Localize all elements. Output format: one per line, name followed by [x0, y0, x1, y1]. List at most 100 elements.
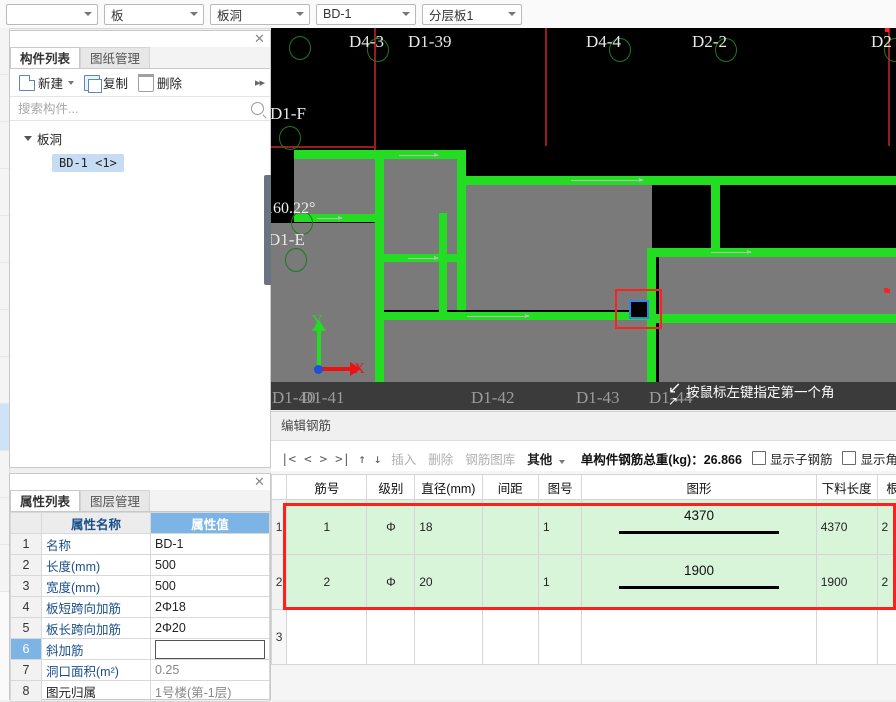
- show-angle-checkbox[interactable]: 显示角度: [842, 449, 896, 468]
- cad-viewport[interactable]: Y X D4-3 D1-39 D4-4 D2-2 D2 D1-F 160.22°…: [271, 28, 896, 410]
- rebar-cell-zhijing[interactable]: 18: [415, 500, 482, 555]
- move-up-button[interactable]: ↑: [354, 451, 370, 466]
- rebar-cell-jinhao[interactable]: 1: [287, 500, 367, 555]
- property-row[interactable]: 2长度(mm)500: [11, 555, 270, 576]
- tree-group-node[interactable]: 板洞: [10, 127, 270, 150]
- nav-last-button[interactable]: >|: [331, 451, 354, 466]
- component-list-panel: ✕ 构件列表 图纸管理 新建 复制 删除 ▸▸: [9, 30, 271, 468]
- property-row-value[interactable]: 2Φ18: [151, 597, 270, 618]
- rail-segment[interactable]: [0, 498, 9, 545]
- property-row-name: 洞口面积(m²): [42, 660, 151, 681]
- rail-segment[interactable]: [0, 263, 9, 310]
- rebar-cell-genshu[interactable]: 2: [877, 555, 896, 610]
- rail-segment[interactable]: [0, 169, 9, 216]
- search-icon[interactable]: [251, 102, 264, 115]
- other-menu-button[interactable]: 其他: [521, 449, 571, 468]
- combo-box-component[interactable]: BD-1: [316, 4, 416, 25]
- rail-segment[interactable]: [0, 451, 9, 498]
- rebar-cell-xialiao[interactable]: 1900: [816, 555, 877, 610]
- rebar-row-header[interactable]: 3: [272, 610, 287, 665]
- move-down-button[interactable]: ↓: [370, 451, 386, 466]
- property-row-value[interactable]: 500: [151, 576, 270, 597]
- rail-segment[interactable]: [0, 216, 9, 263]
- rebar-row[interactable]: 11Φ181437043702: [272, 500, 896, 555]
- rebar-cell-jianju[interactable]: [482, 610, 538, 665]
- property-row-index: 2: [11, 555, 42, 576]
- rail-segment[interactable]: [0, 357, 9, 404]
- copy-button[interactable]: 复制: [79, 72, 133, 93]
- rebar-cell-zhijing[interactable]: [415, 610, 482, 665]
- close-icon[interactable]: ✕: [253, 33, 266, 46]
- combo-box-0[interactable]: [6, 4, 98, 25]
- rebar-cell-shape[interactable]: [582, 610, 816, 665]
- rebar-cell-tuhao[interactable]: 1: [538, 500, 581, 555]
- rebar-library-button[interactable]: 钢筋图库: [459, 449, 521, 468]
- rebar-cell-xialiao[interactable]: [816, 610, 877, 665]
- search-input[interactable]: [16, 101, 251, 117]
- tab-drawing-management[interactable]: 图纸管理: [80, 47, 150, 68]
- rebar-cell-shape[interactable]: 1900: [582, 555, 816, 610]
- combo-box-category[interactable]: 板: [104, 4, 204, 25]
- rebar-cell-jianju[interactable]: [482, 555, 538, 610]
- nav-first-button[interactable]: |<: [277, 451, 300, 466]
- rebar-cell-jianju[interactable]: [482, 500, 538, 555]
- property-row[interactable]: 3宽度(mm)500: [11, 576, 270, 597]
- rebar-row[interactable]: 22Φ201190019002: [272, 555, 896, 610]
- property-row[interactable]: 5板长跨向加筋2Φ20: [11, 618, 270, 639]
- property-row-value[interactable]: 500: [151, 555, 270, 576]
- property-row-value[interactable]: 2Φ20: [151, 618, 270, 639]
- rail-segment[interactable]: [0, 122, 9, 169]
- nav-next-button[interactable]: >: [316, 451, 332, 466]
- tree-item-bd-1[interactable]: BD-1 <1>: [52, 154, 124, 172]
- combo-1-value: 板: [111, 5, 124, 24]
- rebar-row-header[interactable]: 1: [272, 500, 287, 555]
- rebar-cell-jibie[interactable]: [367, 610, 415, 665]
- component-search-box[interactable]: [10, 97, 270, 121]
- combo-box-layer[interactable]: 分层板1: [422, 4, 522, 25]
- rebar-cell-genshu[interactable]: [877, 610, 896, 665]
- delete-button[interactable]: 删除: [133, 72, 187, 93]
- combo-box-type[interactable]: 板洞: [210, 4, 310, 25]
- rebar-row-header[interactable]: 2: [272, 555, 287, 610]
- grid-label-bottom: D1-41: [301, 388, 344, 408]
- tab-property-list[interactable]: 属性列表: [10, 490, 80, 511]
- rebar-cell-genshu[interactable]: 2: [877, 500, 896, 555]
- rebar-cell-tuhao[interactable]: 1: [538, 555, 581, 610]
- rail-segment[interactable]: [0, 75, 9, 122]
- property-row[interactable]: 4板短跨向加筋2Φ18: [11, 597, 270, 618]
- selection-highlight[interactable]: [884, 288, 888, 292]
- property-row[interactable]: 1名称BD-1: [11, 534, 270, 555]
- rebar-cell-zhijing[interactable]: 20: [415, 555, 482, 610]
- rebar-cell-tuhao[interactable]: [538, 610, 581, 665]
- property-row[interactable]: 8图元归属1号楼(第-1层): [11, 681, 270, 702]
- rebar-cell-xialiao[interactable]: 4370: [816, 500, 877, 555]
- panel-collapse-handle[interactable]: [264, 175, 271, 285]
- show-sub-rebar-checkbox[interactable]: 显示子钢筋: [752, 449, 833, 468]
- rebar-cell-jibie[interactable]: Φ: [367, 500, 415, 555]
- property-row-value[interactable]: 1号楼(第-1层): [151, 681, 270, 702]
- nav-prev-button[interactable]: <: [300, 451, 316, 466]
- overflow-chevron-icon[interactable]: ▸▸: [255, 76, 264, 89]
- rebar-cell-shape[interactable]: 4370: [582, 500, 816, 555]
- rebar-cell-jinhao[interactable]: [287, 610, 367, 665]
- property-row[interactable]: 7洞口面积(m²)0.25: [11, 660, 270, 681]
- delete-row-button[interactable]: 删除: [422, 449, 459, 468]
- close-icon[interactable]: ✕: [253, 476, 266, 489]
- insert-button[interactable]: 插入: [385, 449, 422, 468]
- property-row[interactable]: 6斜加筋: [11, 639, 270, 660]
- new-button[interactable]: 新建: [14, 72, 79, 93]
- rail-segment[interactable]: [0, 545, 9, 592]
- rail-segment[interactable]: [0, 310, 9, 357]
- tab-component-list[interactable]: 构件列表: [10, 47, 80, 68]
- property-row-value[interactable]: 0.25: [151, 660, 270, 681]
- rebar-cell-jibie[interactable]: Φ: [367, 555, 415, 610]
- opening-element[interactable]: [629, 300, 649, 319]
- property-row-value[interactable]: BD-1: [151, 534, 270, 555]
- property-row-value[interactable]: [151, 639, 270, 660]
- property-value-input[interactable]: [155, 640, 265, 659]
- tab-layer-management[interactable]: 图层管理: [80, 490, 150, 511]
- rebar-row[interactable]: 3: [272, 610, 896, 665]
- rebar-cell-jinhao[interactable]: 2: [287, 555, 367, 610]
- rail-segment[interactable]: [0, 28, 9, 75]
- rail-segment-selected[interactable]: [0, 404, 9, 451]
